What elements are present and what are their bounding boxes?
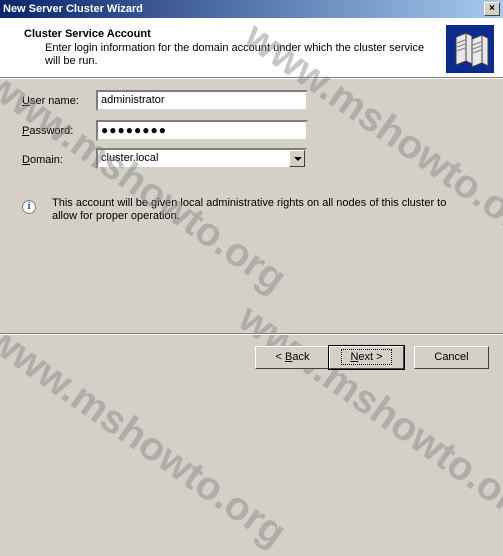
- password-label: Password:: [22, 125, 74, 137]
- title-bar: New Server Cluster Wizard ×: [0, 0, 503, 18]
- next-button[interactable]: Next >: [328, 345, 405, 370]
- domain-value: cluster.local: [101, 152, 159, 164]
- information-icon: i: [22, 200, 36, 214]
- header-divider: [0, 78, 503, 79]
- info-message: This account will be given local adminis…: [52, 197, 447, 222]
- cancel-button[interactable]: Cancel: [414, 346, 489, 369]
- password-value: ●●●●●●●●: [101, 123, 167, 137]
- cluster-server-icon: [446, 25, 494, 73]
- close-icon: ×: [489, 3, 495, 14]
- domain-label: Domain:: [22, 154, 63, 166]
- watermark-text: www.mshowto.org: [230, 296, 503, 536]
- chevron-down-icon[interactable]: [289, 150, 305, 167]
- domain-combobox[interactable]: cluster.local: [96, 148, 307, 169]
- watermark-text: www.mshowto.org: [0, 316, 295, 556]
- wizard-window: New Server Cluster Wizard × Cluster Serv…: [0, 0, 503, 555]
- back-button[interactable]: < Back: [255, 346, 330, 369]
- page-title: Cluster Service Account: [24, 28, 151, 40]
- password-field[interactable]: ●●●●●●●●: [96, 120, 308, 141]
- window-title: New Server Cluster Wizard: [3, 3, 143, 15]
- page-subtitle: Enter login information for the domain a…: [45, 42, 425, 67]
- close-button[interactable]: ×: [484, 2, 500, 16]
- footer-divider-highlight: [0, 334, 503, 335]
- wizard-header: Cluster Service Account Enter login info…: [0, 18, 503, 78]
- username-field[interactable]: administrator: [96, 90, 308, 111]
- username-label: User name:: [22, 95, 79, 107]
- username-value: administrator: [101, 94, 165, 106]
